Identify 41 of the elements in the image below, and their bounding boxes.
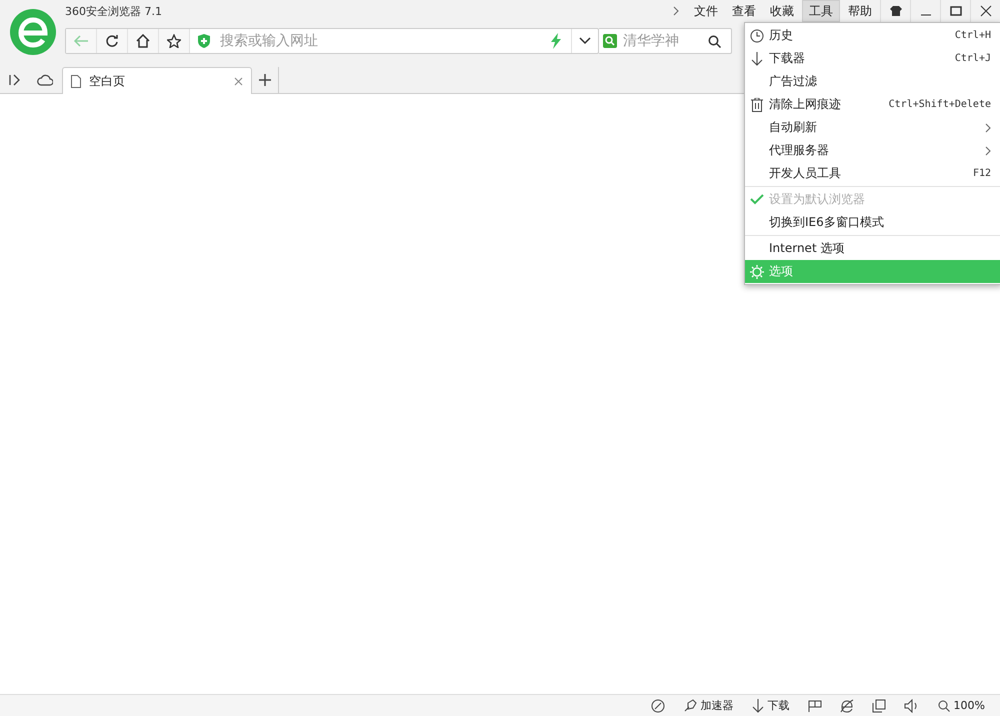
menu-bar-item[interactable]: 文件 [688, 0, 724, 22]
window-title: 360安全浏览器 7.1 [65, 4, 162, 18]
menu-bar-item[interactable]: 收藏 [764, 0, 800, 22]
menu-item[interactable]: 切换到IE6多窗口模式 [745, 211, 1000, 234]
browser-logo-icon [9, 8, 57, 56]
menu-item[interactable]: 代理服务器 [745, 139, 1000, 162]
home-icon[interactable] [128, 29, 159, 53]
search-box[interactable]: 清华学神 [599, 28, 732, 54]
shield-icon [198, 34, 210, 48]
search-icon[interactable] [708, 34, 721, 48]
accelerator-button[interactable]: 加速器 [674, 698, 743, 713]
minimize-icon [920, 14, 930, 16]
magnifier-icon [938, 700, 950, 712]
menu-item[interactable]: 广告过滤 [745, 70, 1000, 93]
menu-item[interactable]: 下载器 Ctrl+J [745, 47, 1000, 70]
menu-item[interactable]: Internet 选项 [745, 237, 1000, 260]
url-input[interactable]: 搜索或输入网址 [218, 32, 541, 50]
menu-item[interactable]: 历史 Ctrl+H [745, 24, 1000, 47]
browser-tab[interactable]: 空白页 [62, 67, 252, 94]
refresh-icon[interactable] [97, 29, 128, 53]
trash-icon [751, 98, 763, 112]
menu-bar-item[interactable]: 帮助 [842, 0, 878, 22]
menu-bar-item[interactable]: 查看 [726, 0, 762, 22]
zoom-button[interactable]: 100% [928, 699, 994, 712]
menu-bar-item[interactable]: 工具 [802, 0, 840, 22]
down-arrow-icon [752, 698, 764, 712]
close-icon [980, 5, 992, 17]
tab-title: 空白页 [89, 72, 125, 90]
search-engine-icon[interactable] [603, 34, 617, 48]
download-button[interactable]: 下载 [742, 698, 799, 713]
maximize-icon [950, 6, 962, 16]
menu-item[interactable]: 开发人员工具 F12 [745, 162, 1000, 185]
clock-icon [750, 28, 764, 42]
shirt-icon [890, 6, 902, 16]
close-tab-icon[interactable] [234, 76, 243, 86]
page-icon [71, 74, 81, 88]
search-input[interactable]: 清华学神 [621, 32, 705, 50]
address-bar[interactable]: 搜索或输入网址 [65, 28, 599, 54]
menu-item[interactable]: 自动刷新 [745, 116, 1000, 139]
menu-item[interactable]: 清除上网痕迹 Ctrl+Shift+Delete [745, 93, 1000, 116]
down-arrow-icon [751, 52, 763, 66]
